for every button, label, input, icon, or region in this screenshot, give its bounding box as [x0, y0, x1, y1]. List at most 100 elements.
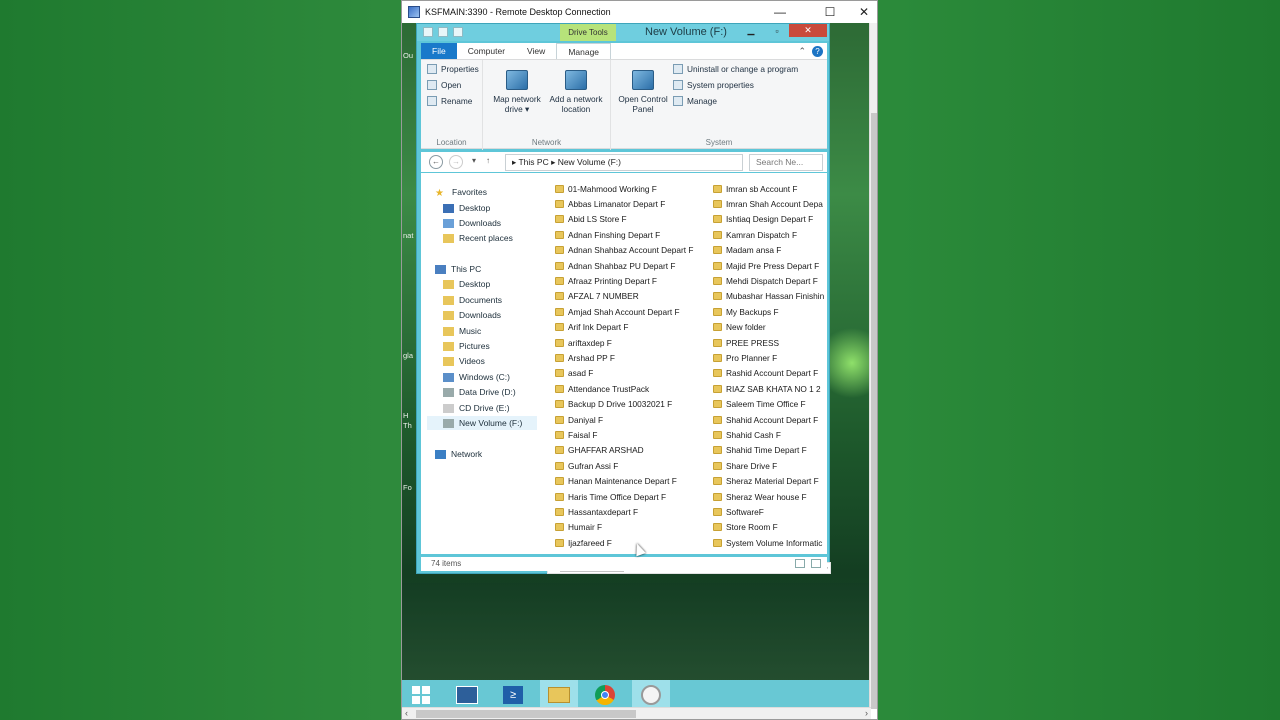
- folder-item[interactable]: Madam ansa F: [713, 243, 824, 258]
- folder-item[interactable]: Rashid Account Depart F: [713, 366, 824, 381]
- folder-item[interactable]: asad F: [555, 366, 693, 381]
- nav-pc-documents[interactable]: Documents: [443, 293, 502, 307]
- nav-this-pc[interactable]: This PC: [435, 262, 481, 276]
- folder-item[interactable]: Ishtiaq Design Depart F: [713, 212, 824, 227]
- folder-item[interactable]: Arshad PP F: [555, 350, 693, 365]
- folder-item[interactable]: Imran Shah Account Depa: [713, 196, 824, 211]
- folder-item[interactable]: RIAZ SAB KHATA NO 1 2: [713, 381, 824, 396]
- taskbar-file-explorer[interactable]: [540, 680, 578, 709]
- collapse-ribbon-icon[interactable]: ⌃: [798, 46, 806, 57]
- taskbar-clock-app[interactable]: [632, 680, 670, 709]
- tab-view[interactable]: View: [516, 43, 556, 59]
- folder-item[interactable]: Abbas Limanator Depart F: [555, 196, 693, 211]
- folder-item[interactable]: Shahid Cash F: [713, 427, 824, 442]
- folder-item[interactable]: Sheraz Wear house F: [713, 489, 824, 504]
- folder-item[interactable]: Ijazfareed F: [555, 535, 693, 550]
- nav-pc-drive-c[interactable]: Windows (C:): [443, 370, 510, 384]
- open-button[interactable]: Open: [427, 80, 461, 90]
- nav-pc-drive-e[interactable]: CD Drive (E:): [443, 401, 510, 415]
- folder-item[interactable]: Mubashar Hassan Finishin: [713, 289, 824, 304]
- folder-item[interactable]: Majid Pre Press Depart F: [713, 258, 824, 273]
- start-button[interactable]: [402, 680, 440, 709]
- rdc-vertical-scrollbar[interactable]: [869, 23, 877, 709]
- map-network-drive-button[interactable]: Map network drive ▾: [489, 70, 545, 114]
- folder-item[interactable]: Store Room F: [713, 520, 824, 535]
- folder-item[interactable]: 01-Mahmood Working F: [555, 181, 693, 196]
- nav-network[interactable]: Network: [435, 447, 482, 461]
- folder-item[interactable]: Share Drive F: [713, 458, 824, 473]
- manage-button[interactable]: Manage: [673, 96, 717, 106]
- taskbar-server-manager[interactable]: [448, 680, 486, 709]
- folder-item[interactable]: Adnan Shahbaz PU Depart F: [555, 258, 693, 273]
- nav-favorites-desktop[interactable]: Desktop: [443, 201, 490, 215]
- folder-item[interactable]: SoftwareF: [713, 504, 824, 519]
- folder-item[interactable]: Shahid Time Depart F: [713, 443, 824, 458]
- folder-item[interactable]: GHAFFAR ARSHAD: [555, 443, 693, 458]
- add-network-location-button[interactable]: Add a network location: [547, 70, 605, 114]
- folder-item[interactable]: ariftaxdep F: [555, 335, 693, 350]
- details-view-icon[interactable]: [795, 559, 805, 568]
- address-bar[interactable]: ▸ This PC ▸ New Volume (F:): [505, 154, 743, 171]
- nav-pc-pictures[interactable]: Pictures: [443, 339, 490, 353]
- drive-icon[interactable]: [423, 27, 433, 37]
- folder-item[interactable]: Humair F: [555, 520, 693, 535]
- properties-icon[interactable]: [438, 27, 448, 37]
- scroll-left-icon[interactable]: ‹: [405, 708, 408, 718]
- up-arrow-icon[interactable]: ↑: [481, 155, 495, 169]
- folder-item[interactable]: Hassantaxdepart F: [555, 504, 693, 519]
- nav-pc-drive-f[interactable]: New Volume (F:): [427, 416, 537, 430]
- folder-item[interactable]: Shahid Account Depart F: [713, 412, 824, 427]
- rdc-minimize-button[interactable]: —: [763, 1, 797, 23]
- system-properties-button[interactable]: System properties: [673, 80, 754, 90]
- folder-item[interactable]: Backup D Drive 10032021 F: [555, 396, 693, 411]
- folder-item[interactable]: New folder: [713, 320, 824, 335]
- nav-pc-desktop[interactable]: Desktop: [443, 277, 490, 291]
- folder-item[interactable]: Adnan Finshing Depart F: [555, 227, 693, 242]
- folder-item[interactable]: Haris Time Office Depart F: [555, 489, 693, 504]
- search-input[interactable]: Search Ne...: [749, 154, 823, 171]
- folder-item[interactable]: Attendance TrustPack: [555, 381, 693, 396]
- rdc-horizontal-scrollbar[interactable]: ‹ ›: [402, 707, 871, 719]
- new-folder-icon[interactable]: [453, 27, 463, 37]
- help-icon[interactable]: ?: [812, 45, 823, 57]
- taskbar-powershell[interactable]: ≥: [494, 680, 532, 709]
- scroll-right-icon[interactable]: ›: [865, 708, 868, 718]
- close-button[interactable]: ✕: [789, 24, 827, 37]
- folder-item[interactable]: Arif Ink Depart F: [555, 320, 693, 335]
- recent-locations-chevron-icon[interactable]: ▾: [467, 155, 481, 169]
- back-arrow-icon[interactable]: ←: [429, 155, 443, 169]
- folder-item[interactable]: System Volume Informatic: [713, 535, 824, 550]
- folder-item[interactable]: Hanan Maintenance Depart F: [555, 473, 693, 488]
- open-control-panel-button[interactable]: Open Control Panel: [615, 70, 671, 114]
- folder-item[interactable]: Gufran Assi F: [555, 458, 693, 473]
- folder-item[interactable]: Abid LS Store F: [555, 212, 693, 227]
- scroll-thumb[interactable]: [871, 113, 877, 709]
- minimize-button[interactable]: ▁: [739, 24, 763, 37]
- folder-item[interactable]: Sheraz Material Depart F: [713, 473, 824, 488]
- folder-item[interactable]: Afraaz Printing Depart F: [555, 273, 693, 288]
- folder-item[interactable]: Pro Planner F: [713, 350, 824, 365]
- tab-manage[interactable]: Manage: [556, 43, 612, 59]
- folder-item[interactable]: Amjad Shah Account Depart F: [555, 304, 693, 319]
- folder-item[interactable]: PREE PRESS: [713, 335, 824, 350]
- rdc-close-button[interactable]: ✕: [847, 1, 881, 23]
- folder-item[interactable]: Saleem Time Office F: [713, 396, 824, 411]
- tab-file[interactable]: File: [421, 43, 457, 59]
- folder-item[interactable]: Imran sb Account F: [713, 181, 824, 196]
- taskbar-chrome[interactable]: [586, 680, 624, 709]
- rename-button[interactable]: Rename: [427, 96, 472, 106]
- forward-arrow-icon[interactable]: →: [449, 155, 463, 169]
- rdc-maximize-button[interactable]: ☐: [813, 1, 847, 23]
- folder-item[interactable]: Kamran Dispatch F: [713, 227, 824, 242]
- maximize-button[interactable]: ▫: [765, 24, 789, 37]
- folder-item[interactable]: My Backups F: [713, 304, 824, 319]
- nav-pc-downloads[interactable]: Downloads: [443, 308, 501, 322]
- nav-pc-music[interactable]: Music: [443, 324, 481, 338]
- nav-favorites-recent-places[interactable]: Recent places: [443, 231, 513, 245]
- nav-pc-videos[interactable]: Videos: [443, 354, 485, 368]
- folder-item[interactable]: AFZAL 7 NUMBER: [555, 289, 693, 304]
- folder-item[interactable]: Adnan Shahbaz Account Depart F: [555, 243, 693, 258]
- scroll-thumb[interactable]: [416, 710, 636, 718]
- uninstall-program-button[interactable]: Uninstall or change a program: [673, 64, 798, 74]
- folder-item[interactable]: Mehdi Dispatch Depart F: [713, 273, 824, 288]
